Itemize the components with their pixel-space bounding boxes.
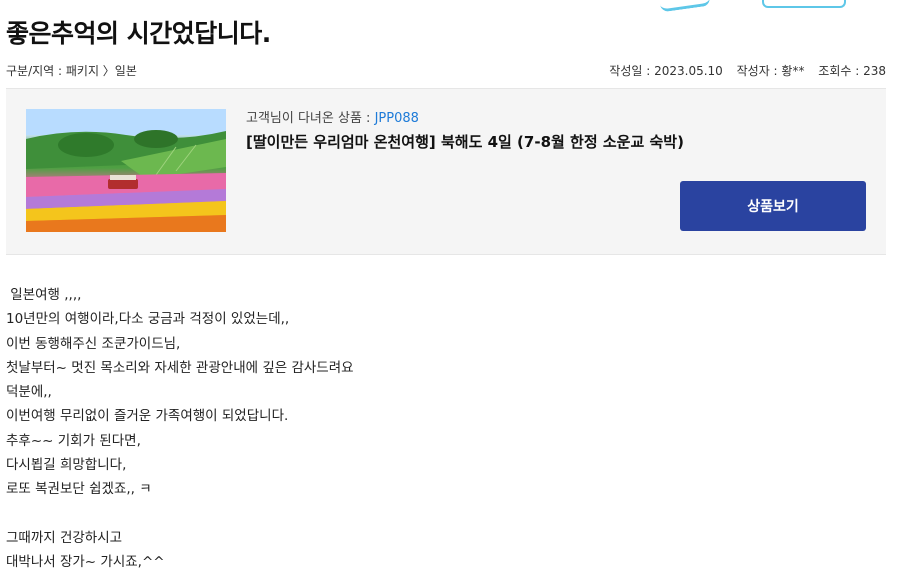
body-line: 추후~~ 기회가 된다면, <box>6 432 141 449</box>
product-label: 고객님이 다녀온 상품 : <box>246 111 375 126</box>
body-line: 다시뵙길 희망합니다, <box>6 457 127 474</box>
post-meta: 작성일 : 2023.05.10 작성자 : 황** 조회수 : 238 <box>609 62 886 79</box>
body-line: 그때까지 건강하시고 <box>6 529 123 546</box>
flower-field-image <box>26 109 226 232</box>
product-code: JPP088 <box>374 111 419 126</box>
decorative-curve <box>659 0 711 13</box>
product-thumbnail[interactable] <box>26 109 226 232</box>
body-line: 덕분에,, <box>6 384 52 401</box>
body-line: 10년만의 여행이라,다소 궁금과 걱정이 있었는데,, <box>6 311 290 328</box>
post-title: 좋은추억의 시간었답니다. <box>6 19 271 48</box>
view-product-button[interactable]: 상품보기 <box>680 181 866 231</box>
body-line: 로또 복권보단 쉽겠죠,, ㅋ <box>6 481 152 498</box>
body-line: 이번여행 무리없이 즐거운 가족여행이 되었답니다. <box>6 408 289 425</box>
body-line <box>6 502 354 526</box>
decorative-box <box>762 0 846 8</box>
post-date: 작성일 : 2023.05.10 <box>609 64 723 78</box>
body-line: 대박나서 장가~ 가시죠,^^ <box>6 554 165 571</box>
product-card: 고객님이 다녀온 상품 : JPP088 [딸이만든 우리엄마 온천여행] 북해… <box>6 88 886 255</box>
post-category: 구분/지역 : 패키지 〉일본 <box>6 64 137 78</box>
body-line: 이번 동행해주신 조쿤가이드님, <box>6 335 181 352</box>
product-name[interactable]: [딸이만든 우리엄마 온천여행] 북해도 4일 (7-8월 한정 소운교 숙박) <box>246 131 684 152</box>
post-body: 일본여행 ,,,, 10년만의 여행이라,다소 궁금과 걱정이 있었는데,, 이… <box>6 283 354 575</box>
post-author: 작성자 : 황** <box>736 64 805 78</box>
body-line: 첫날부터~ 멋진 목소리와 자세한 관광안내에 깊은 감사드려요 <box>6 359 354 376</box>
body-line: 일본여행 ,,,, <box>6 287 82 303</box>
product-label-row: 고객님이 다녀온 상품 : JPP088 <box>246 107 419 126</box>
post-views: 조회수 : 238 <box>818 64 886 78</box>
